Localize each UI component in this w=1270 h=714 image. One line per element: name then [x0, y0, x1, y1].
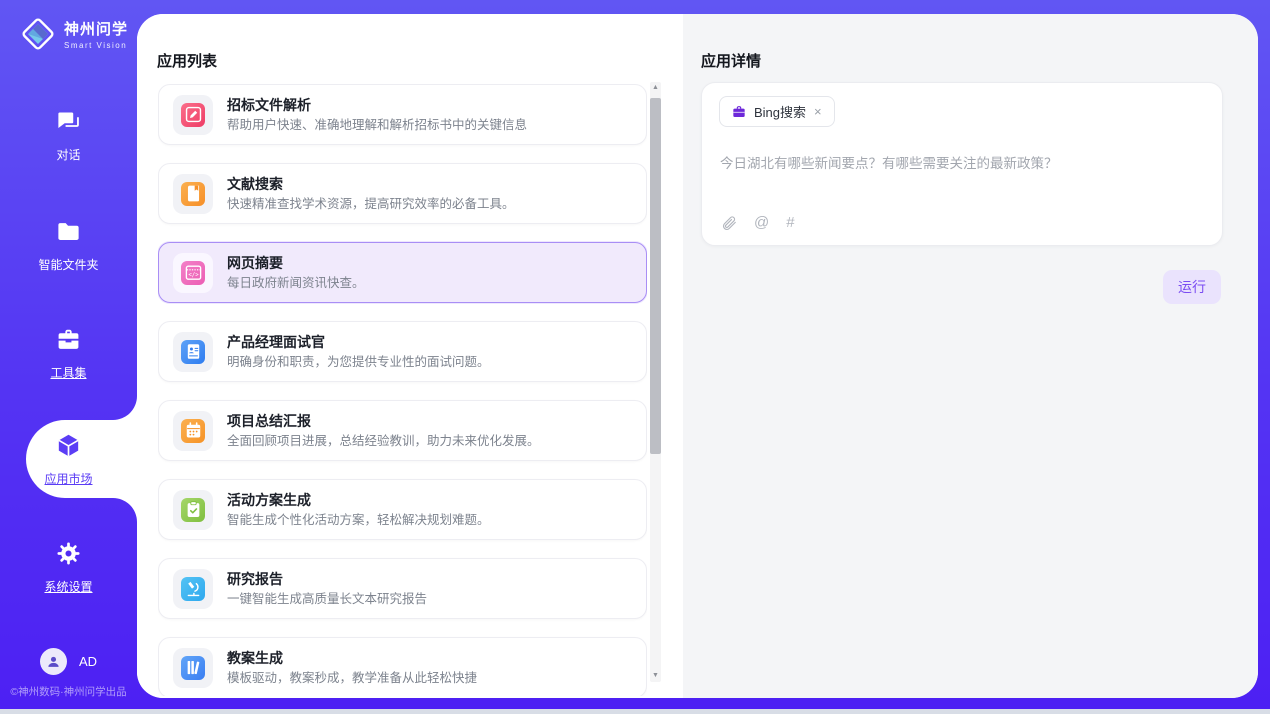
- app-card[interactable]: 项目总结汇报 全面回顾项目进展，总结经验教训，助力未来优化发展。: [158, 400, 647, 461]
- sidebar-item-app-market[interactable]: 应用市场: [0, 432, 137, 487]
- cube-icon: [55, 432, 82, 459]
- sidebar-item-settings[interactable]: 系统设置: [0, 540, 137, 595]
- resume-icon: [181, 340, 205, 364]
- app-title: 文献搜索: [227, 174, 515, 194]
- app-card-text: 文献搜索 快速精准查找学术资源，提高研究效率的必备工具。: [227, 174, 515, 212]
- app-desc: 帮助用户快速、准确地理解和解析招标书中的关键信息: [227, 116, 527, 134]
- hashtag-icon[interactable]: #: [786, 214, 794, 231]
- composer-toolbar: @ #: [720, 214, 795, 231]
- app-card-text: 产品经理面试官 明确身份和职责，为您提供专业性的面试问题。: [227, 332, 490, 370]
- app-detail-pane: 应用详情 Bing搜索 × 今日湖北有哪些新闻要点？有哪些需要关注的最新政策？ …: [683, 14, 1258, 698]
- gear-icon: [55, 540, 82, 567]
- app-title: 网页摘要: [227, 253, 365, 273]
- app-window: 神州问学 Smart Vision 对话 智能文件夹 工具集 应用市场 系统设置: [0, 0, 1270, 709]
- app-icon: [173, 490, 213, 530]
- app-title: 招标文件解析: [227, 95, 527, 115]
- svg-text:</>: </>: [188, 272, 199, 278]
- prompt-input[interactable]: 今日湖北有哪些新闻要点？有哪些需要关注的最新政策？: [720, 152, 1200, 172]
- tag-close-icon[interactable]: ×: [813, 105, 823, 118]
- app-card[interactable]: 活动方案生成 智能生成个性化活动方案，轻松解决规划难题。: [158, 479, 647, 540]
- brand: 神州问学 Smart Vision: [20, 16, 128, 52]
- app-detail-title: 应用详情: [701, 50, 761, 71]
- scrollbar-up-arrow[interactable]: ▲: [650, 82, 661, 94]
- sidebar-item-label: 对话: [0, 146, 137, 163]
- app-card-text: 网页摘要 每日政府新闻资讯快查。: [227, 253, 365, 291]
- paperclip-icon[interactable]: [720, 214, 737, 231]
- user-account[interactable]: AD: [0, 648, 137, 675]
- brand-logo-icon: [20, 16, 56, 52]
- clipboard-check-icon: [181, 498, 205, 522]
- brand-name: 神州问学: [64, 21, 128, 38]
- brand-subtitle: Smart Vision: [64, 41, 128, 50]
- app-desc: 快速精准查找学术资源，提高研究效率的必备工具。: [227, 195, 515, 213]
- app-icon: [173, 569, 213, 609]
- scrollbar[interactable]: ▲ ▼: [650, 82, 661, 682]
- app-card-list: 招标文件解析 帮助用户快速、准确地理解和解析招标书中的关键信息 文献搜索 快速精…: [158, 84, 647, 696]
- briefcase-icon: [731, 104, 747, 120]
- app-desc: 智能生成个性化活动方案，轻松解决规划难题。: [227, 511, 490, 529]
- folder-icon: [55, 218, 82, 245]
- app-desc: 每日政府新闻资讯快查。: [227, 274, 365, 292]
- book-icon: [181, 182, 205, 206]
- app-icon: [173, 411, 213, 451]
- chat-icon: [55, 108, 82, 135]
- app-icon: [173, 332, 213, 372]
- app-card[interactable]: </> 网页摘要 每日政府新闻资讯快查。: [158, 242, 647, 303]
- app-card[interactable]: 产品经理面试官 明确身份和职责，为您提供专业性的面试问题。: [158, 321, 647, 382]
- sidebar-item-label: 工具集: [0, 364, 137, 381]
- app-title: 教案生成: [227, 648, 477, 668]
- tool-tag-bing-search[interactable]: Bing搜索 ×: [719, 96, 835, 127]
- toolbox-icon: [55, 326, 82, 353]
- scrollbar-down-arrow[interactable]: ▼: [650, 670, 661, 682]
- app-desc: 一键智能生成高质量长文本研究报告: [227, 590, 427, 608]
- app-title: 产品经理面试官: [227, 332, 490, 352]
- app-icon: [173, 95, 213, 135]
- microscope-icon: [181, 577, 205, 601]
- sidebar-item-label: 智能文件夹: [0, 256, 137, 273]
- run-button[interactable]: 运行: [1163, 270, 1221, 304]
- sidebar-item-label: 应用市场: [0, 470, 137, 487]
- app-desc: 模板驱动，教案秒成，教学准备从此轻松快捷: [227, 669, 477, 687]
- app-desc: 明确身份和职责，为您提供专业性的面试问题。: [227, 353, 490, 371]
- calendar-icon: [181, 419, 205, 443]
- app-title: 项目总结汇报: [227, 411, 540, 431]
- app-icon: </>: [173, 253, 213, 293]
- avatar: [40, 648, 67, 675]
- sidebar-item-toolset[interactable]: 工具集: [0, 326, 137, 381]
- app-card-text: 研究报告 一键智能生成高质量长文本研究报告: [227, 569, 427, 607]
- app-card-text: 招标文件解析 帮助用户快速、准确地理解和解析招标书中的关键信息: [227, 95, 527, 133]
- app-card-text: 教案生成 模板驱动，教案秒成，教学准备从此轻松快捷: [227, 648, 477, 686]
- app-card[interactable]: 招标文件解析 帮助用户快速、准确地理解和解析招标书中的关键信息: [158, 84, 647, 145]
- sidebar-item-smart-folder[interactable]: 智能文件夹: [0, 218, 137, 273]
- app-card[interactable]: 研究报告 一键智能生成高质量长文本研究报告: [158, 558, 647, 619]
- sidebar: 神州问学 Smart Vision 对话 智能文件夹 工具集 应用市场 系统设置: [0, 0, 137, 709]
- sidebar-item-chat[interactable]: 对话: [0, 108, 137, 163]
- app-card[interactable]: 教案生成 模板驱动，教案秒成，教学准备从此轻松快捷: [158, 637, 647, 696]
- books-icon: [181, 656, 205, 680]
- pen-square-icon: [181, 103, 205, 127]
- user-initials: AD: [79, 654, 97, 669]
- tool-tag-label: Bing搜索: [754, 102, 806, 121]
- sidebar-item-label: 系统设置: [0, 578, 137, 595]
- app-list-title: 应用列表: [157, 50, 217, 71]
- app-icon: [173, 174, 213, 214]
- app-desc: 全面回顾项目进展，总结经验教训，助力未来优化发展。: [227, 432, 540, 450]
- scrollbar-thumb[interactable]: [650, 98, 661, 454]
- app-title: 研究报告: [227, 569, 427, 589]
- copyright-footer: ©神州数码·神州问学出品: [0, 684, 137, 699]
- app-card[interactable]: 文献搜索 快速精准查找学术资源，提高研究效率的必备工具。: [158, 163, 647, 224]
- main-panel: 应用列表 招标文件解析 帮助用户快速、准确地理解和解析招标书中的关键信息 文献搜…: [137, 14, 1258, 698]
- prompt-composer[interactable]: Bing搜索 × 今日湖北有哪些新闻要点？有哪些需要关注的最新政策？ @ #: [701, 82, 1223, 246]
- user-icon: [45, 653, 62, 670]
- app-card-text: 项目总结汇报 全面回顾项目进展，总结经验教训，助力未来优化发展。: [227, 411, 540, 449]
- app-title: 活动方案生成: [227, 490, 490, 510]
- mention-icon[interactable]: @: [754, 214, 769, 231]
- app-card-text: 活动方案生成 智能生成个性化活动方案，轻松解决规划难题。: [227, 490, 490, 528]
- browser-code-icon: </>: [181, 261, 205, 285]
- app-icon: [173, 648, 213, 688]
- app-list-pane: 应用列表 招标文件解析 帮助用户快速、准确地理解和解析招标书中的关键信息 文献搜…: [137, 14, 683, 698]
